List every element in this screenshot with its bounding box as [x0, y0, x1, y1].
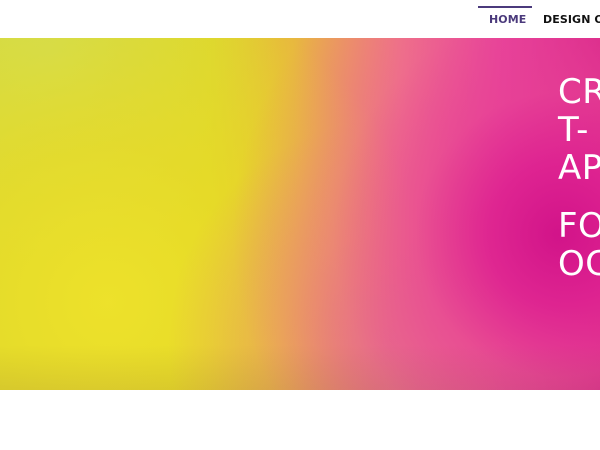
- hero-heading-line-3: AP: [558, 148, 600, 188]
- hero-heading-line-1: CR: [558, 72, 600, 112]
- top-navigation: HOME DESIGN ON: [0, 0, 600, 38]
- nav-design-on-link[interactable]: DESIGN ON: [543, 13, 600, 27]
- hero-heading: CR T- AP FO OC: [558, 73, 600, 283]
- hero-heading-line-4: FO: [558, 206, 600, 246]
- hero-bottom-shadow: [0, 345, 600, 390]
- nav-home-link[interactable]: HOME: [489, 13, 526, 27]
- hero-banner: CR T- AP FO OC: [0, 38, 600, 390]
- home-active-indicator: [478, 6, 532, 8]
- hero-heading-spacer: [558, 187, 600, 207]
- hero-heading-line-2: T-: [558, 110, 589, 150]
- website-page: HOME DESIGN ON CR T- AP FO OC: [0, 0, 600, 450]
- hero-heading-line-5: OC: [558, 244, 600, 284]
